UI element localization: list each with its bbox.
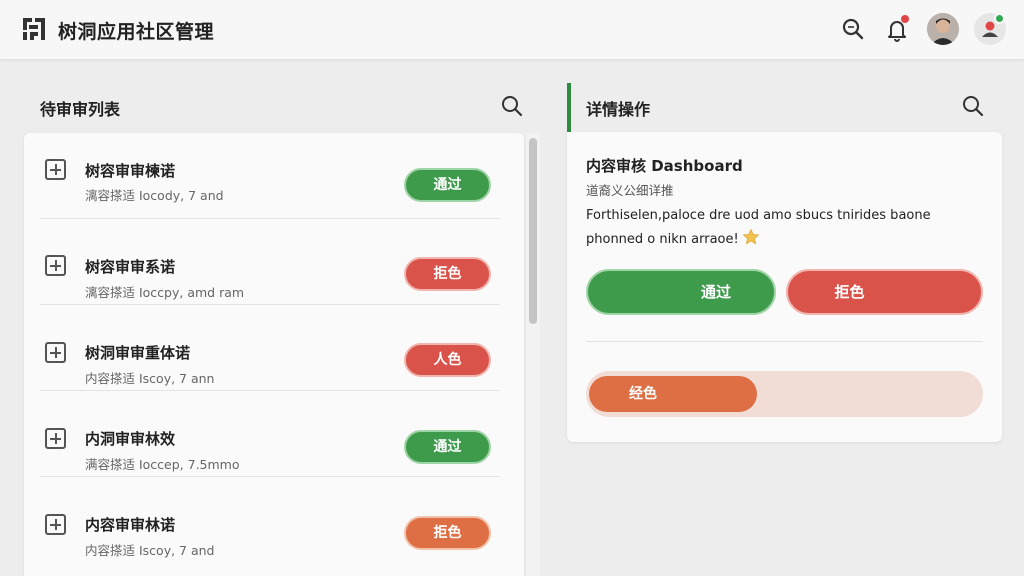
notification-dot (901, 15, 909, 23)
item-subtitle: 漓容搽适 Ioccpy, amd ram (85, 285, 245, 300)
list-item[interactable]: 内洞审审林效 满容搽适 Ioccep, 7.5mmo 通过 (24, 391, 524, 477)
reject-button[interactable]: 人色 (404, 343, 491, 377)
app-title: 树洞应用社区管理 (58, 21, 215, 43)
item-title: 树洞审审重体诺 (85, 344, 191, 362)
reject-button[interactable]: 拒色 (404, 516, 491, 550)
expand-icon[interactable] (45, 342, 66, 363)
detail-title: 内容审核 Dashboard (586, 157, 743, 175)
expand-icon[interactable] (45, 514, 66, 535)
search-icon[interactable] (500, 94, 524, 118)
detail-subtitle: 道裔义公细详推 (586, 183, 674, 198)
search-icon[interactable] (961, 94, 985, 118)
progress-bar[interactable]: 经色 (586, 371, 983, 417)
reject-button[interactable]: 拒色 (404, 257, 491, 291)
avatar[interactable] (927, 13, 959, 45)
list-item[interactable]: 树洞审审重体诺 内容搽适 Iscoy, 7 ann 人色 (24, 305, 524, 391)
logo-icon (23, 18, 45, 40)
search-icon[interactable] (838, 14, 868, 44)
item-title: 树容审审楝诺 (85, 162, 176, 180)
progress-label: 经色 (629, 386, 657, 402)
expand-icon[interactable] (45, 428, 66, 449)
top-app-bar: 树洞应用社区管理 (0, 0, 1024, 60)
list-item[interactable]: 树容审审系诺 漓容搽适 Ioccpy, amd ram 拒色 (24, 219, 524, 305)
reject-button[interactable]: 拒色 (786, 269, 983, 315)
item-subtitle: 漓容搽适 Iocody, 7 and (85, 188, 224, 203)
pending-list-title: 待审审列表 (40, 100, 121, 119)
detail-panel-title: 详情操作 (586, 100, 651, 119)
item-subtitle: 满容搽适 Ioccep, 7.5mmo (85, 457, 240, 472)
pending-list: 树容审审楝诺 漓容搽适 Iocody, 7 and 通过 树容审审系诺 漓容搽适… (24, 133, 524, 576)
section-accent (567, 83, 571, 132)
detail-description: Forthiselen,paloce dre uod amo sbucs tni… (586, 204, 986, 252)
list-item[interactable]: 树容审审楝诺 漓容搽适 Iocody, 7 and 通过 (24, 133, 524, 219)
list-item[interactable]: 内容审审林诺 内容搽适 Iscoy, 7 and 拒色 (24, 477, 524, 563)
expand-icon[interactable] (45, 255, 66, 276)
online-status-badge (994, 13, 1005, 24)
star-icon (742, 228, 760, 245)
divider (586, 341, 983, 342)
item-subtitle: 内容搽适 Iscoy, 7 and (85, 543, 215, 558)
item-title: 内容审审林诺 (85, 516, 176, 534)
item-title: 树容审审系诺 (85, 258, 176, 276)
progress-fill: 经色 (589, 376, 757, 412)
item-title: 内洞审审林效 (85, 430, 176, 448)
approve-button[interactable]: 通过 (404, 168, 491, 202)
item-subtitle: 内容搽适 Iscoy, 7 ann (85, 371, 215, 386)
expand-icon[interactable] (45, 159, 66, 180)
detail-card: 内容审核 Dashboard 道裔义公细详推 Forthiselen,paloc… (567, 132, 1002, 442)
scrollbar-thumb[interactable] (529, 138, 537, 324)
approve-button[interactable]: 通过 (586, 269, 776, 315)
approve-button[interactable]: 通过 (404, 430, 491, 464)
